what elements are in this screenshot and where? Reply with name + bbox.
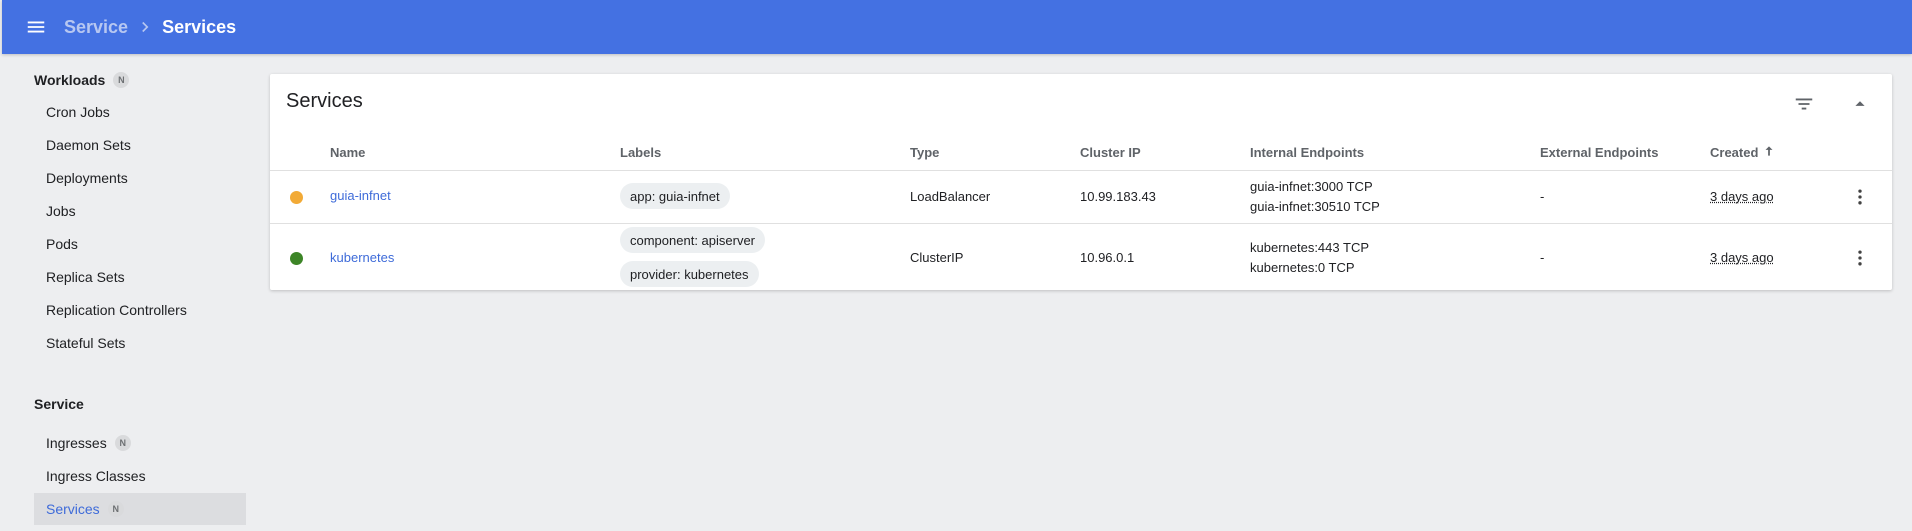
nav-section-label: Service [34, 396, 84, 412]
service-type: ClusterIP [910, 250, 964, 265]
service-type: LoadBalancer [910, 189, 991, 204]
endpoint: kubernetes:443 TCP [1250, 240, 1369, 255]
column-header-name[interactable]: Name [330, 142, 365, 162]
endpoint: kubernetes:0 TCP [1250, 260, 1355, 275]
created-time: 3 days ago [1710, 189, 1774, 204]
sidebar-item-stateful-sets[interactable]: Stateful Sets [34, 327, 246, 359]
collapse-icon[interactable] [1844, 88, 1876, 120]
card-title: Services [286, 90, 363, 112]
more-vert-icon[interactable] [1848, 246, 1872, 270]
more-vert-icon[interactable] [1848, 185, 1872, 209]
sidebar-item-deployments[interactable]: Deployments [34, 162, 246, 194]
column-header-type: Type [910, 144, 940, 160]
endpoint: guia-infnet:30510 TCP [1250, 199, 1380, 214]
created-time: 3 days ago [1710, 250, 1774, 265]
filter-icon[interactable] [1788, 88, 1820, 120]
sidebar-item-label: Replica Sets [46, 269, 125, 285]
external-endpoints: - [1540, 189, 1545, 204]
menu-icon[interactable] [8, 0, 64, 54]
sidebar-item-daemon-sets[interactable]: Daemon Sets [34, 129, 246, 161]
sidebar-item-jobs[interactable]: Jobs [34, 195, 246, 227]
sidebar-item-pods[interactable]: Pods [34, 228, 246, 260]
sidebar-item-replica-sets[interactable]: Replica Sets [34, 261, 246, 293]
external-endpoints: - [1540, 250, 1545, 265]
sidebar-item-label: Ingress Classes [46, 468, 146, 484]
sort-arrow-up-icon [1758, 144, 1776, 161]
status-running-icon [290, 252, 303, 265]
sidebar-item-label: Daemon Sets [46, 137, 131, 153]
namespaced-badge: N [107, 501, 124, 517]
column-header-created[interactable]: Created [1710, 142, 1776, 162]
sidebar: Workloads N Cron Jobs Daemon Sets Deploy… [2, 54, 262, 531]
label-chip: app: guia-infnet [620, 183, 730, 209]
label-chip: provider: kubernetes [620, 261, 759, 287]
sidebar-item-cron-jobs[interactable]: Cron Jobs [34, 96, 246, 128]
column-header-labels: Labels [620, 144, 662, 160]
sidebar-item-label: Deployments [46, 170, 128, 186]
sidebar-item-label: Pods [46, 236, 78, 252]
label-chip: component: apiserver [620, 227, 766, 253]
endpoint: guia-infnet:3000 TCP [1250, 179, 1373, 194]
service-name-link[interactable]: kubernetes [330, 250, 394, 265]
column-header-cluster-ip: Cluster IP [1080, 144, 1141, 160]
internal-endpoints: kubernetes:443 TCP kubernetes:0 TCP [1250, 238, 1369, 278]
breadcrumb-current: Services [162, 16, 237, 37]
table-row: guia-infnet app: guia-infnet LoadBalance… [270, 171, 1892, 223]
status-pending-icon [290, 191, 303, 204]
sidebar-item-label: Cron Jobs [46, 104, 110, 120]
breadcrumb-parent[interactable]: Service [64, 17, 128, 38]
service-name-link[interactable]: guia-infnet [330, 188, 391, 203]
cluster-ip: 10.99.183.43 [1080, 189, 1156, 204]
table-row: kubernetes component: apiserver provider… [270, 224, 1892, 290]
column-header-created-label: Created [1710, 144, 1759, 160]
nav-section-service: Service [34, 396, 84, 412]
sidebar-item-label: Ingresses [46, 435, 107, 451]
nav-section-workloads: Workloads N [34, 72, 130, 88]
sidebar-item-ingresses[interactable]: Ingresses N [34, 427, 246, 459]
sidebar-item-label: Services [46, 501, 100, 517]
namespaced-badge: N [113, 72, 130, 88]
sidebar-item-label: Jobs [46, 203, 76, 219]
top-bar: Service Services [2, 0, 1912, 54]
sidebar-item-label: Replication Controllers [46, 302, 187, 318]
services-card: Services Name Labels Type Cluster IP Int… [270, 74, 1892, 290]
cluster-ip: 10.96.0.1 [1080, 250, 1135, 265]
nav-section-label: Workloads [34, 72, 106, 88]
column-header-internal-endpoints: Internal Endpoints [1250, 144, 1365, 160]
sidebar-item-services[interactable]: Services N [34, 493, 246, 525]
internal-endpoints: guia-infnet:3000 TCP guia-infnet:30510 T… [1250, 177, 1380, 217]
chevron-right-icon [134, 16, 156, 38]
sidebar-item-label: Stateful Sets [46, 335, 126, 351]
column-header-external-endpoints: External Endpoints [1540, 144, 1659, 160]
sidebar-item-ingress-classes[interactable]: Ingress Classes [34, 460, 246, 492]
namespaced-badge: N [114, 435, 131, 451]
sidebar-item-replication-controllers[interactable]: Replication Controllers [34, 294, 246, 326]
